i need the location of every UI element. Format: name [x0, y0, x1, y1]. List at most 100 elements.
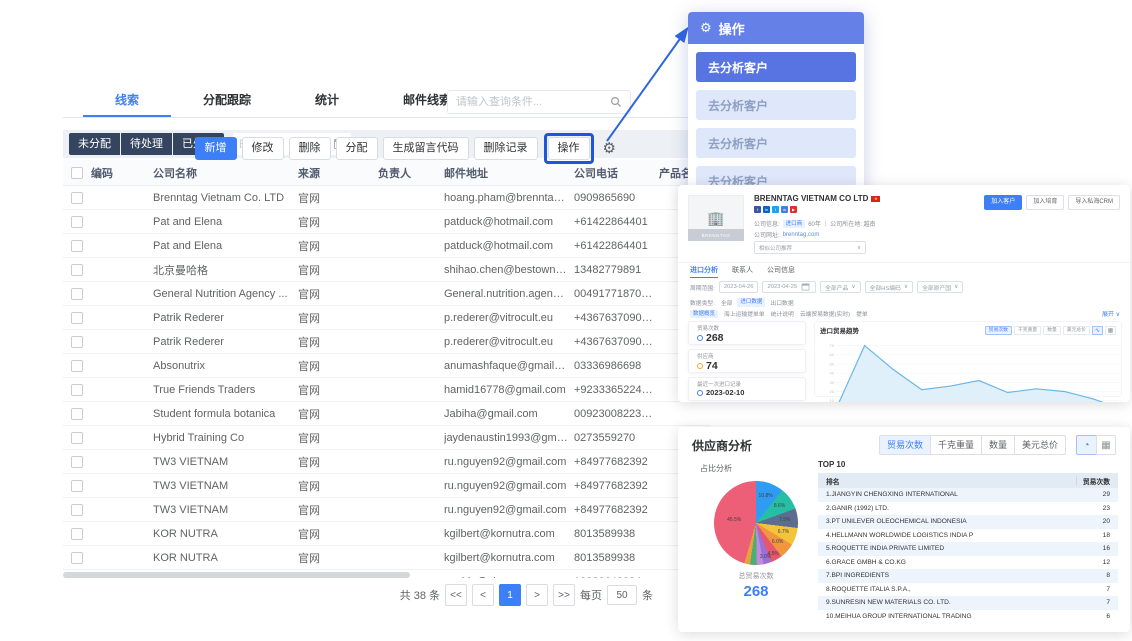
last-page-button[interactable]: >> — [553, 584, 575, 606]
tab-线索[interactable]: 线索 — [83, 87, 171, 117]
twitter-icon[interactable]: t — [772, 206, 779, 213]
tab-分配跟踪[interactable]: 分配跟踪 — [171, 87, 283, 117]
trend-metric-数量[interactable]: 数量 — [1043, 326, 1061, 335]
top10-row[interactable]: 3.PT UNILEVER OLEOCHEMICAL INDONESIA20 — [818, 515, 1118, 529]
report-chip-提单[interactable]: 提单 — [856, 309, 868, 318]
operations-button[interactable]: 操作 — [548, 137, 590, 160]
row-checkbox[interactable] — [71, 480, 83, 492]
trend-metric-贸易次数[interactable]: 贸易次数 — [985, 326, 1012, 335]
facebook-icon[interactable]: f — [754, 206, 761, 213]
per-page-select[interactable]: 50 — [607, 585, 637, 605]
customer-tab-联系人[interactable]: 联系人 — [732, 265, 753, 278]
action-button-3[interactable]: 分配 — [336, 137, 378, 160]
top10-row[interactable]: 4.HELLMANN WORLDWIDE LOGISTICS INDIA P18 — [818, 529, 1118, 543]
table-row[interactable]: KOR NUTRA官网kgilbert@kornutra.com80135899… — [63, 546, 711, 570]
table-row[interactable]: General Nutrition Agency ...官网General.nu… — [63, 282, 711, 306]
action-button-4[interactable]: 生成留言代码 — [383, 137, 469, 160]
top10-row[interactable]: 5.ROQUETTE INDIA PRIVATE LIMITED16 — [818, 542, 1118, 556]
top10-row[interactable]: 10.MEIHUA GROUP INTERNATIONAL TRADING6 — [818, 610, 1118, 624]
status-filter-未分配[interactable]: 未分配 — [69, 133, 120, 155]
youtube-icon[interactable]: ▶ — [790, 206, 797, 213]
select-全部产品[interactable]: 全部产品∨ — [820, 281, 860, 293]
row-checkbox[interactable] — [71, 288, 83, 300]
table-row[interactable]: Pat and Elena官网patduck@hotmail.com+61422… — [63, 210, 711, 234]
row-checkbox[interactable] — [71, 432, 83, 444]
top10-row[interactable]: 2.GANIR (1992) LTD.23 — [818, 502, 1118, 516]
pie[interactable] — [714, 481, 798, 565]
first-page-button[interactable]: << — [445, 584, 467, 606]
table-row[interactable]: Patrik Rederer官网p.rederer@vitrocult.eu+4… — [63, 306, 711, 330]
row-checkbox[interactable] — [71, 360, 83, 372]
row-checkbox[interactable] — [71, 504, 83, 516]
action-button-2[interactable]: 删除 — [289, 137, 331, 160]
row-checkbox[interactable] — [71, 216, 83, 228]
trend-metric-美元总价[interactable]: 美元总价 — [1063, 326, 1090, 335]
table-row[interactable]: Brenntag Vietnam Co. LTD官网hoang.pham@bre… — [63, 186, 711, 210]
supplier-metric-美元总价[interactable]: 美元总价 — [1015, 435, 1066, 455]
table-view-toggle[interactable]: ▦ — [1105, 326, 1116, 335]
linkedin-icon[interactable]: in — [763, 206, 770, 213]
prev-page-button[interactable]: < — [472, 584, 494, 606]
horizontal-scrollbar[interactable] — [63, 572, 410, 578]
report-chip-云端贸易数据(实时)[interactable]: 云端贸易数据(实时) — [800, 309, 850, 318]
row-checkbox[interactable] — [71, 336, 83, 348]
table-row[interactable]: KOR NUTRA官网kgilbert@kornutra.com80135899… — [63, 522, 711, 546]
row-checkbox[interactable] — [71, 384, 83, 396]
ops-item-analyze-customer-2[interactable]: 去分析客户 — [696, 90, 856, 120]
report-chip-海上运输提单单[interactable]: 海上运输提单单 — [724, 309, 765, 318]
date-from-input[interactable]: 2023-04-26 — [719, 281, 759, 293]
data-type-进口数据[interactable]: 进口数据 — [737, 298, 765, 307]
website-link[interactable]: brenntag.com — [783, 232, 820, 238]
page-1-button[interactable]: 1 — [499, 584, 521, 606]
table-view-toggle[interactable]: ▦ — [1096, 435, 1116, 455]
select-全部HS编码[interactable]: 全部HS编码∨ — [865, 281, 914, 293]
add-button[interactable]: 新增 — [195, 137, 237, 160]
ops-item-analyze-customer-3[interactable]: 去分析客户 — [696, 128, 856, 158]
top10-row[interactable]: 7.BPI INGREDIENTS8 — [818, 569, 1118, 583]
customer-button-加入客户[interactable]: 加入客户 — [984, 195, 1022, 210]
supplier-metric-贸易次数[interactable]: 贸易次数 — [879, 435, 931, 455]
action-button-1[interactable]: 修改 — [242, 137, 284, 160]
top10-row[interactable]: 8.ROQUETTE ITALIA S.P.A.,7 — [818, 583, 1118, 597]
table-row[interactable]: TW3 VIETNAM官网ru.nguyen92@gmail.com+84977… — [63, 474, 711, 498]
select-all-checkbox[interactable] — [71, 167, 83, 179]
customer-button-导入私海CRM[interactable]: 导入私海CRM — [1068, 195, 1120, 210]
table-row[interactable]: Student formula botanica官网Jabiha@gmail.c… — [63, 402, 711, 426]
action-button-5[interactable]: 删除记录 — [474, 137, 538, 160]
top10-row[interactable]: 9.SUNRESIN NEW MATERIALS CO. LTD.7 — [818, 596, 1118, 610]
settings-gear-icon[interactable]: ⚙ — [603, 141, 616, 156]
customer-tab-进口分析[interactable]: 进口分析 — [690, 265, 718, 278]
row-checkbox[interactable] — [71, 552, 83, 564]
search-input[interactable] — [456, 96, 610, 108]
table-row[interactable]: Pat and Elena官网patduck@hotmail.com+61422… — [63, 234, 711, 258]
trend-metric-千克重量[interactable]: 千克重量 — [1014, 326, 1041, 335]
status-filter-待处理[interactable]: 待处理 — [121, 133, 172, 155]
date-to-input[interactable]: 2023-04-25 — [762, 281, 816, 293]
report-chip-统计说明[interactable]: 统计说明 — [771, 309, 794, 318]
tab-统计[interactable]: 统计 — [283, 87, 371, 117]
supplier-metric-数量[interactable]: 数量 — [982, 435, 1015, 455]
customer-button-加入培育[interactable]: 加入培育 — [1026, 195, 1064, 210]
report-chip-数据概览[interactable]: 数据概览 — [690, 310, 718, 318]
pie-chart-toggle[interactable]: ◔ — [1076, 435, 1096, 455]
row-checkbox[interactable] — [71, 240, 83, 252]
data-type-全部[interactable]: 全部 — [721, 298, 733, 307]
table-row[interactable]: Absonutrix官网anumashfaque@gmail.com033369… — [63, 354, 711, 378]
data-type-出口数据[interactable]: 出口数据 — [770, 298, 793, 307]
line-chart-toggle[interactable]: ∿ — [1092, 326, 1103, 335]
table-row[interactable]: Patrik Rederer官网p.rederer@vitrocult.eu+4… — [63, 330, 711, 354]
supplier-metric-千克重量[interactable]: 千克重量 — [931, 435, 982, 455]
table-row[interactable]: TW3 VIETNAM官网ru.nguyen92@gmail.com+84977… — [63, 498, 711, 522]
ops-item-analyze-customer-1[interactable]: 去分析客户 — [696, 52, 856, 82]
row-checkbox[interactable] — [71, 312, 83, 324]
top10-row[interactable]: 6.GRACE GMBH & CO.KG12 — [818, 556, 1118, 570]
row-checkbox[interactable] — [71, 408, 83, 420]
search-box[interactable] — [447, 90, 631, 114]
table-row[interactable]: 北京曼哈格官网shihao.chen@bestown.net.cn1348277… — [63, 258, 711, 282]
table-row[interactable]: TW3 VIETNAM官网ru.nguyen92@gmail.com+84977… — [63, 450, 711, 474]
row-checkbox[interactable] — [71, 528, 83, 540]
select-全部原产国[interactable]: 全部原产国∨ — [917, 281, 963, 293]
row-checkbox[interactable] — [71, 456, 83, 468]
expand-toggle[interactable]: 展开 ∨ — [1102, 309, 1120, 318]
table-row[interactable]: Hybrid Training Co官网jaydenaustin1993@gma… — [63, 426, 711, 450]
